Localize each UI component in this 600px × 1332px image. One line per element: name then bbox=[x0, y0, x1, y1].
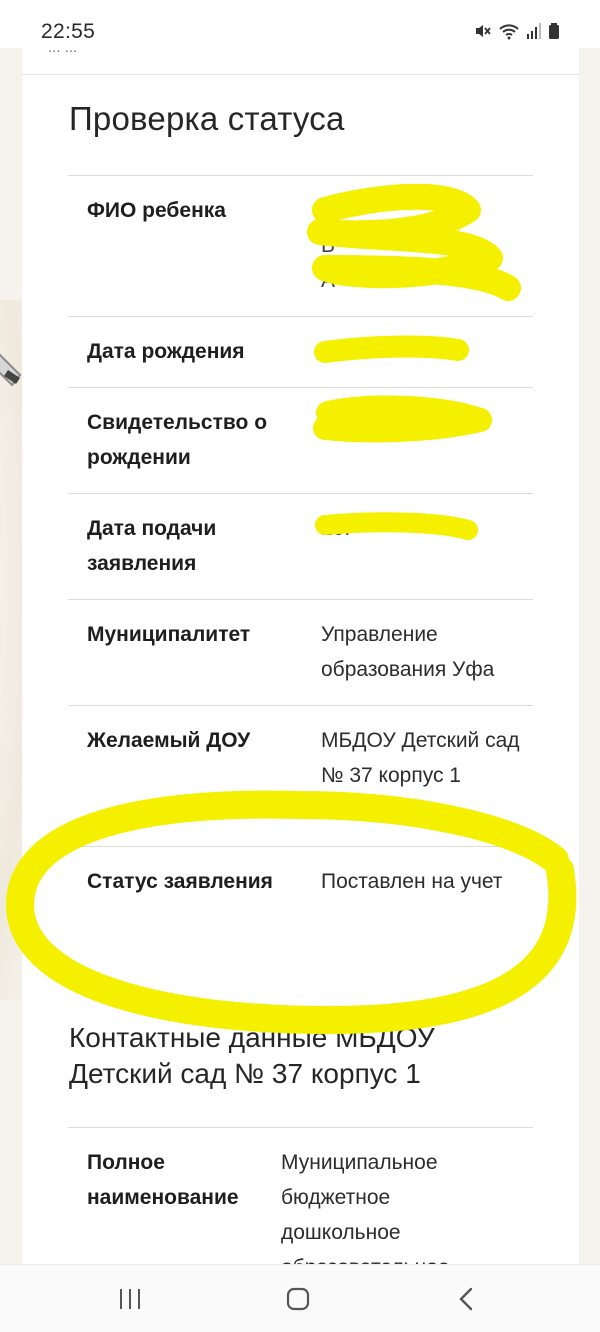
divider bbox=[68, 316, 533, 317]
value-birth-date: 27 bbox=[321, 340, 345, 363]
mute-icon bbox=[476, 25, 491, 37]
value-child-name: Г В А bbox=[321, 199, 336, 292]
divider bbox=[68, 387, 533, 388]
recent-apps-button[interactable] bbox=[110, 1283, 150, 1315]
divider bbox=[68, 705, 533, 706]
status-bar: 22:55 bbox=[0, 0, 600, 48]
label-birth-date: Дата рождения bbox=[87, 340, 245, 363]
battery-icon bbox=[549, 23, 559, 39]
status-time: 22:55 bbox=[41, 20, 96, 43]
card-top-remnant: ... ... bbox=[48, 48, 348, 54]
label-application-status: Статус заявления bbox=[87, 870, 273, 893]
label-birth-certificate: Свидетельство о рождении bbox=[87, 411, 268, 469]
status-icons bbox=[474, 22, 560, 40]
divider bbox=[68, 599, 533, 600]
divider bbox=[68, 1127, 533, 1128]
value-municipality: Управление образования Уфа bbox=[321, 623, 495, 681]
label-submission-date: Дата подачи заявления bbox=[87, 517, 217, 575]
navigation-bar bbox=[0, 1264, 600, 1332]
recent-apps-icon bbox=[120, 1289, 140, 1309]
back-icon bbox=[459, 1287, 473, 1311]
status-card: ... ... Проверка статуса ФИО ребенка Г В… bbox=[22, 48, 579, 1264]
value-desired-kindergarten: МБДОУ Детский сад № 37 корпус 1 bbox=[321, 729, 520, 787]
value-birth-certificate: V bbox=[321, 411, 336, 434]
home-icon bbox=[286, 1287, 310, 1311]
home-button[interactable] bbox=[278, 1283, 318, 1315]
value-submission-date: 10. bbox=[321, 517, 351, 540]
signal-icon bbox=[527, 23, 541, 39]
label-full-name: Полное наименование bbox=[87, 1151, 239, 1209]
page-title: Проверка статуса bbox=[69, 100, 345, 137]
label-child-name: ФИО ребенка bbox=[87, 199, 226, 222]
back-button[interactable] bbox=[446, 1283, 486, 1315]
value-full-name: Муниципальное бюджетное дошкольное образ… bbox=[281, 1151, 450, 1264]
contacts-section-title: Контактные данные МБДОУ Детский сад № 37… bbox=[69, 1022, 435, 1089]
divider bbox=[68, 846, 533, 847]
wifi-icon bbox=[499, 24, 519, 40]
label-desired-kindergarten: Желаемый ДОУ bbox=[87, 729, 251, 752]
divider bbox=[22, 74, 579, 75]
divider bbox=[68, 175, 533, 176]
value-application-status: Поставлен на учет bbox=[321, 870, 503, 893]
label-municipality: Муниципалитет bbox=[87, 623, 251, 646]
divider bbox=[68, 493, 533, 494]
phone-screen: 22:55 Проверка статуса ФИО ребенка Г В А… bbox=[0, 0, 600, 1332]
